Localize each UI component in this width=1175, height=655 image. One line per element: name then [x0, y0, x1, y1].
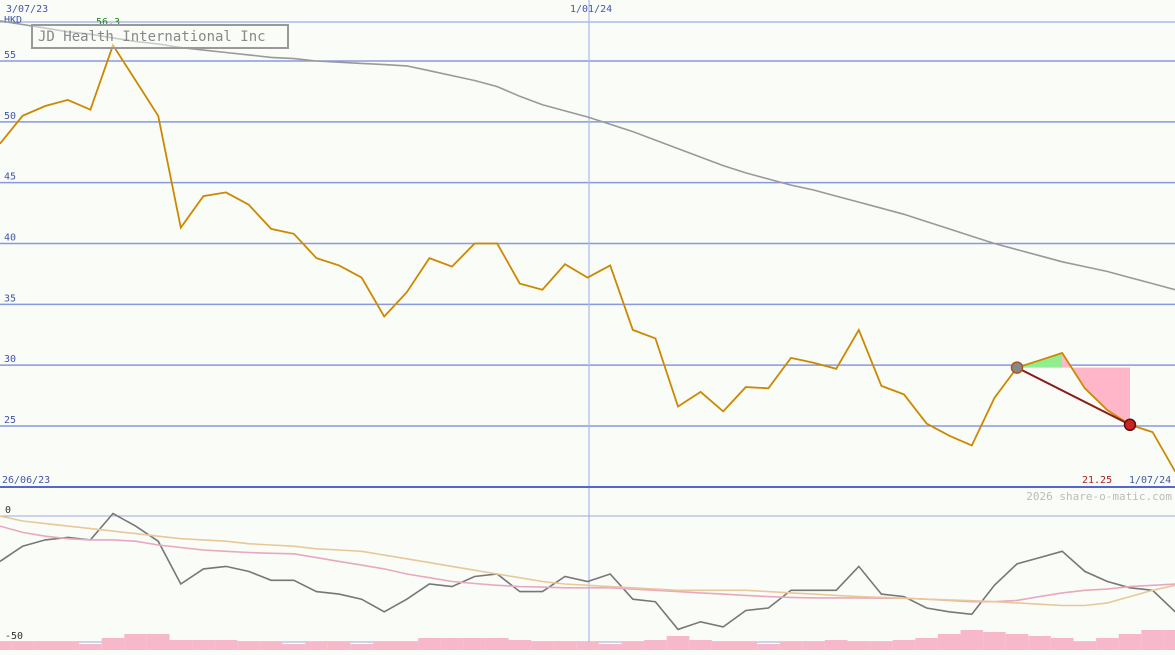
chart-title-box: JD Health International Inc — [31, 24, 289, 49]
volume-bar — [214, 640, 238, 650]
volume-bar — [169, 640, 193, 650]
volume-bar — [350, 644, 373, 650]
trend-end-marker — [1123, 418, 1137, 432]
volume-bar — [598, 644, 622, 650]
chart-title: JD Health International Inc — [38, 29, 266, 45]
volume-bar — [485, 638, 509, 650]
y-tick-label-45: 45 — [4, 172, 16, 183]
sub-y-tick-label-0: 0 — [5, 505, 11, 516]
volume-bar — [847, 642, 871, 650]
volume-bar — [960, 630, 984, 650]
volume-bar — [915, 638, 938, 650]
volume-bar — [146, 634, 170, 650]
volume-bar — [666, 636, 690, 650]
volume-bar — [1096, 638, 1119, 650]
volume-bar — [734, 642, 758, 650]
volume-bar — [508, 640, 532, 650]
sub-y-tick-label-neg50: -50 — [5, 631, 23, 642]
volume-bar — [576, 642, 599, 650]
chart: 25 30 35 40 45 50 55 HKD 3/07/23 1/01/24 26/06… — [0, 0, 1175, 650]
volume-bar — [11, 642, 34, 650]
volume-bar — [372, 642, 396, 650]
volume-bar — [711, 642, 735, 650]
price-chart-svg: 25303540455055 HKD 3/07/23 1/01/24 26/06… — [0, 0, 1175, 650]
volume-bar — [1028, 636, 1051, 650]
volume-bar — [463, 638, 486, 650]
date-label-top-mid: 1/01/24 — [570, 4, 612, 15]
volume-bar — [237, 642, 260, 650]
volume-bar — [689, 640, 712, 650]
volume-bar — [892, 640, 916, 650]
min-value-label: 21.25 — [1082, 475, 1112, 486]
volume-bar — [983, 632, 1006, 650]
date-label-bottom-right: 1/07/24 — [1129, 475, 1171, 486]
volume-bar — [802, 642, 825, 650]
volume-bar — [757, 644, 780, 650]
volume-bar — [779, 642, 803, 650]
volume-bar — [418, 638, 441, 650]
volume-bar — [282, 644, 306, 650]
volume-bar — [124, 634, 147, 650]
volume-bar — [937, 634, 961, 650]
volume-bar — [192, 640, 215, 650]
volume-bar — [101, 638, 125, 650]
date-label-top-left: 3/07/23 — [6, 4, 48, 15]
date-label-bottom-left: 26/06/23 — [2, 475, 50, 486]
y-tick-label-35: 35 — [4, 293, 16, 304]
volume-bar — [531, 642, 554, 650]
volume-bar — [644, 640, 667, 650]
volume-bar — [553, 642, 577, 650]
volume-bar — [1005, 634, 1029, 650]
volume-bar — [1118, 634, 1142, 650]
y-tick-label-55: 55 — [4, 50, 16, 61]
volume-bar — [33, 642, 57, 650]
volume-bar — [1073, 642, 1097, 650]
volume-bar — [79, 644, 102, 650]
watermark: 2026 share-o-matic.com — [1026, 490, 1172, 503]
volume-bar — [259, 642, 283, 650]
y-tick-label-40: 40 — [4, 233, 16, 244]
volume-bar — [1141, 630, 1164, 650]
volume-bar — [440, 638, 464, 650]
chart-background — [0, 0, 1175, 650]
volume-bar — [824, 640, 848, 650]
volume-bar — [1050, 638, 1074, 650]
y-tick-label-50: 50 — [4, 111, 16, 122]
volume-bar — [870, 642, 893, 650]
y-tick-label-30: 30 — [4, 354, 16, 365]
volume-bar — [1163, 630, 1175, 650]
volume-bar — [0, 642, 12, 650]
volume-bar — [56, 642, 80, 650]
y-tick-label-25: 25 — [4, 415, 16, 426]
trend-start-marker — [1010, 361, 1024, 374]
volume-bar — [305, 642, 328, 650]
volume-bar — [327, 642, 351, 650]
volume-bar — [395, 642, 419, 650]
volume-bar — [621, 642, 645, 650]
